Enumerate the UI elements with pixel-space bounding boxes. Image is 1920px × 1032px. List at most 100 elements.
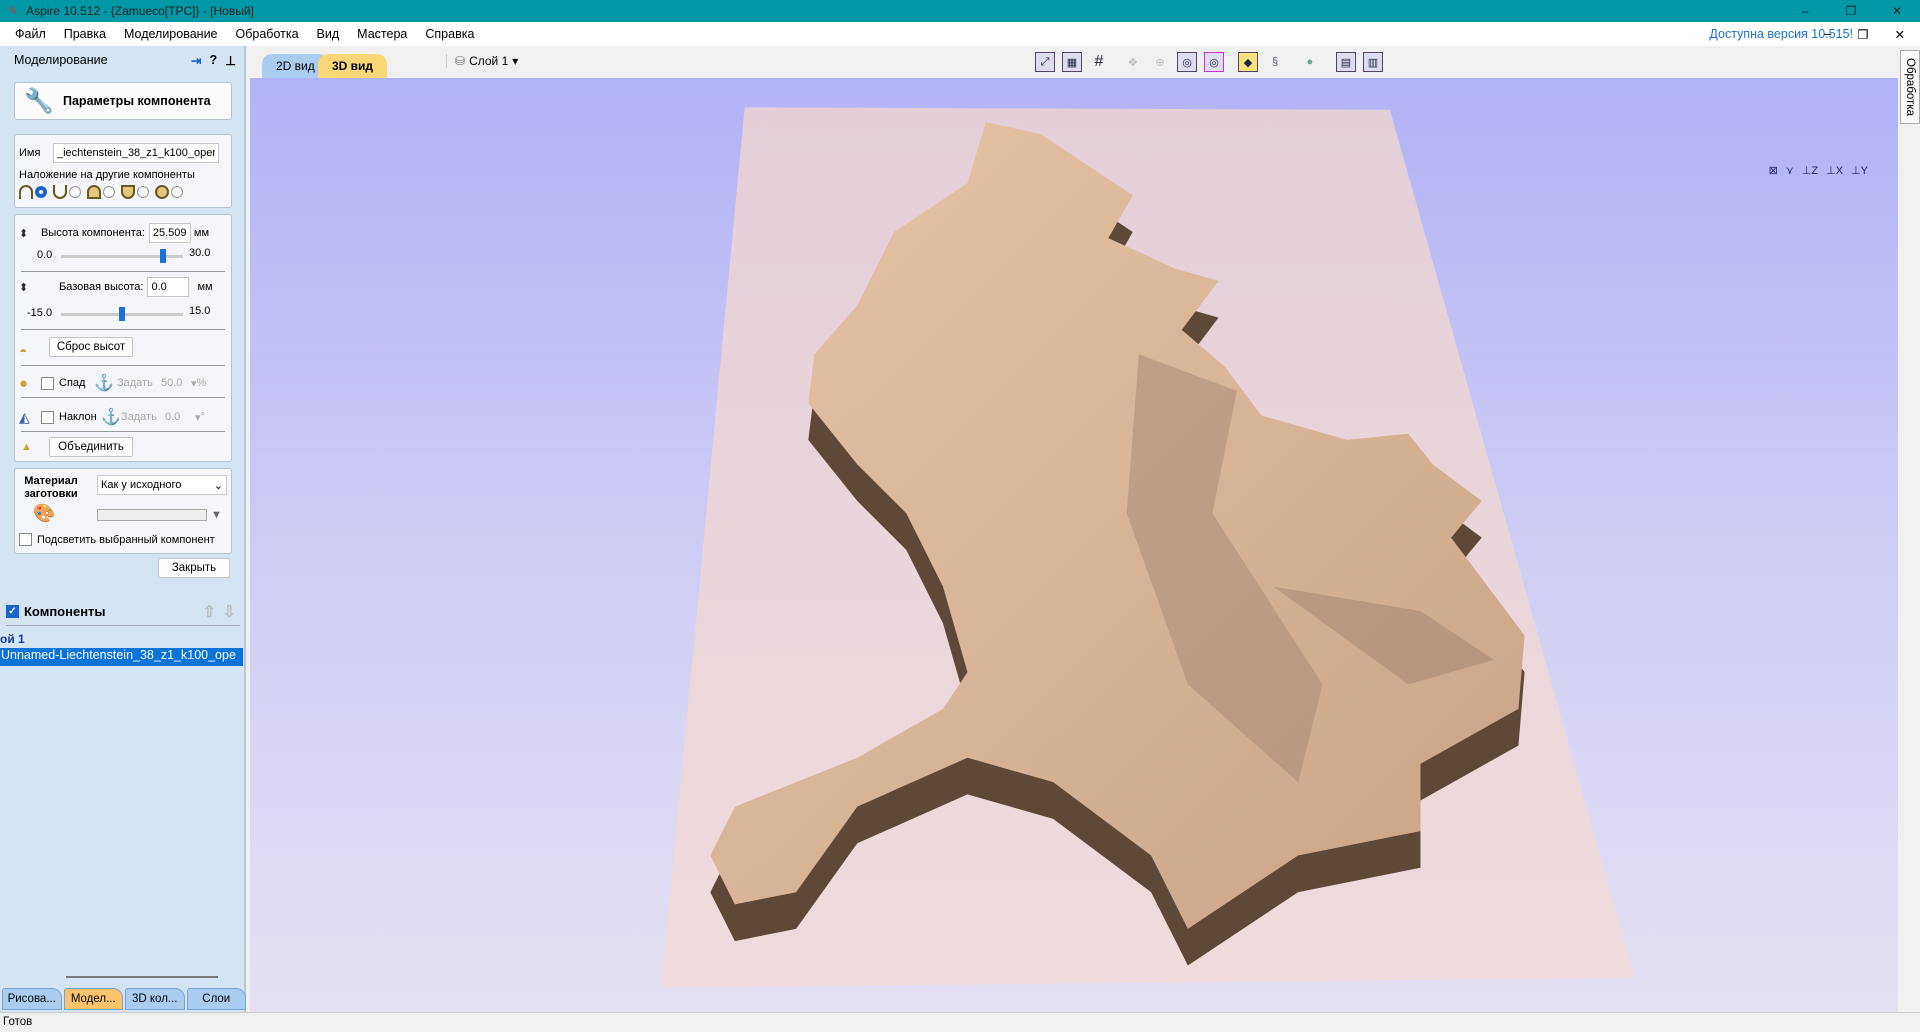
split-vertical-icon[interactable]: ▥ — [1363, 52, 1383, 72]
highlight-checkbox[interactable] — [19, 533, 32, 546]
fade-checkbox[interactable] — [41, 376, 54, 390]
base-min: -15.0 — [27, 307, 53, 319]
status-text: Готов — [3, 1016, 33, 1028]
tilt-checkbox[interactable] — [41, 410, 54, 424]
overlap-add-radio[interactable] — [35, 186, 47, 198]
color-picker[interactable]: ▼ — [97, 507, 227, 523]
title-bar: ✎ Aspire 10.512 - {Zamueco[TPC]} - [Новы… — [0, 0, 1920, 22]
height-slider-thumb[interactable] — [159, 249, 166, 263]
fade-value[interactable]: 50.0 — [161, 377, 191, 389]
components-header: ✓ Компоненты ⇧ ⇩ — [6, 598, 240, 626]
name-label: Имя — [19, 147, 41, 159]
zoom-selection-icon[interactable]: ◎ — [1204, 52, 1224, 72]
name-section: Имя Наложение на другие компоненты — [14, 134, 232, 208]
tab-3d-clipart[interactable]: 3D кол... — [125, 988, 185, 1010]
modeling-panel: Моделирование ⇥? ⊥ 🔧 Параметры компонента… — [0, 46, 246, 1012]
height-max: 30.0 — [189, 247, 211, 259]
front-view-x-icon[interactable]: ⊥X — [1826, 164, 1843, 177]
height-input[interactable] — [148, 223, 191, 243]
3d-viewport[interactable]: ⊠ ⋎ ⊥Z ⊥X ⊥Y — [250, 78, 1898, 1012]
base-height-slider-thumb[interactable] — [119, 307, 125, 321]
mdi-restore-icon[interactable]: ❐ — [1848, 27, 1877, 42]
tilt-anchor-icon[interactable]: ⚓ — [101, 407, 121, 427]
horizontal-scrollbar[interactable] — [66, 976, 218, 978]
layer-group-label[interactable]: ой 1 — [0, 632, 25, 646]
components-title: Компоненты — [24, 604, 106, 619]
shading-icon[interactable]: ● — [1300, 52, 1320, 72]
tab-layers[interactable]: Слои — [186, 988, 246, 1010]
pin-icon[interactable]: ⊥ — [225, 53, 236, 68]
height-unit: мм — [193, 227, 210, 239]
palette-icon: 🎨 — [33, 503, 56, 523]
material-select[interactable]: Как у исходного ⌄ — [97, 475, 227, 495]
menu-bar: Файл Правка Моделирование Обработка Вид … — [0, 22, 1920, 46]
height-slider[interactable] — [61, 249, 183, 263]
top-view-z-icon[interactable]: ⊥Z — [1802, 164, 1818, 177]
fade-anchor-icon[interactable]: ⚓ — [91, 373, 117, 393]
chevron-down-icon: ▾ — [512, 54, 519, 68]
view-fit-icon[interactable]: ⊠ — [1769, 164, 1778, 177]
overlap-low-radio[interactable] — [137, 186, 149, 198]
toolpaths-side-tab[interactable]: Обработка — [1900, 50, 1920, 124]
menu-file[interactable]: Файл — [6, 27, 55, 41]
overlap-subtract-radio[interactable] — [69, 186, 81, 198]
overlap-merge-radio[interactable] — [103, 186, 115, 198]
tilt-value[interactable]: 0.0 — [165, 411, 195, 423]
menu-modeling[interactable]: Моделирование — [115, 27, 227, 41]
side-view-y-icon[interactable]: ⊥Y — [1851, 164, 1868, 177]
material-setup-icon[interactable]: ▦ — [1062, 52, 1082, 72]
menu-help[interactable]: Справка — [416, 27, 483, 41]
app-logo-icon: ✎ — [8, 4, 19, 18]
close-button[interactable]: ✕ — [1874, 0, 1920, 22]
zoom-box-icon[interactable]: ◎ — [1177, 52, 1197, 72]
grid-icon[interactable]: # — [1089, 52, 1109, 72]
terrain-model — [661, 107, 1635, 988]
zoom-to-fit-icon[interactable]: ⤢ — [1035, 52, 1055, 72]
tab-drawing[interactable]: Рисова... — [2, 988, 62, 1010]
status-bar: Готов — [0, 1012, 1920, 1032]
maximize-button[interactable]: ❐ — [1828, 0, 1874, 22]
dock-icon[interactable]: ⇥ — [191, 53, 201, 68]
chevron-down-icon: ⌄ — [213, 479, 226, 492]
close-panel-button[interactable]: Закрыть — [158, 558, 230, 578]
help-icon[interactable]: ? — [209, 53, 217, 68]
base-height-label: Базовая высота: — [59, 281, 144, 293]
zoom-in-icon[interactable]: ⊕ — [1150, 52, 1170, 72]
overlap-multiply-radio[interactable] — [171, 186, 183, 198]
mdi-close-icon[interactable]: ✕ — [1886, 27, 1914, 42]
menu-edit[interactable]: Правка — [55, 27, 115, 41]
tab-modeling[interactable]: Модел... — [63, 988, 123, 1010]
merge-button[interactable]: Объединить — [49, 437, 133, 457]
iso-view-icon[interactable]: ⋎ — [1786, 164, 1794, 177]
move-up-icon[interactable]: ⇧ — [203, 602, 216, 622]
menu-view[interactable]: Вид — [308, 27, 349, 41]
header-label: Параметры компонента — [63, 94, 211, 108]
menu-toolpaths[interactable]: Обработка — [227, 27, 308, 41]
fade-set-button[interactable]: Задать — [117, 377, 161, 389]
overlap-subtract-icon — [53, 185, 67, 199]
tilt-set-button[interactable]: Задать — [121, 411, 165, 423]
pan-icon[interactable]: ✥ — [1123, 52, 1143, 72]
component-list-item[interactable]: Unnamed-Liechtenstein_38_z1_k100_ope — [0, 648, 243, 666]
render-icon[interactable]: ◆ — [1238, 52, 1258, 72]
name-input[interactable] — [53, 143, 219, 163]
tab-3d-view[interactable]: 3D вид — [318, 54, 388, 78]
base-height-icon: ⬍ — [19, 281, 29, 294]
overlap-low-icon — [121, 185, 135, 199]
view-orientation-toolbar: ⊠ ⋎ ⊥Z ⊥X ⊥Y — [1769, 164, 1868, 177]
wireframe-icon[interactable]: § — [1265, 52, 1285, 72]
split-horizontal-icon[interactable]: ▤ — [1336, 52, 1356, 72]
overlap-multiply-icon — [155, 185, 169, 199]
move-down-icon[interactable]: ⇩ — [223, 602, 236, 622]
mdi-minimize-icon[interactable]: – — [1815, 27, 1840, 42]
menu-wizards[interactable]: Мастера — [348, 27, 416, 41]
layer-select[interactable]: ⛁ Слой 1 ▾ — [446, 54, 518, 68]
base-height-slider[interactable] — [61, 307, 183, 321]
reset-heights-button[interactable]: Сброс высот — [49, 337, 133, 357]
minimize-button[interactable]: – — [1782, 0, 1828, 22]
base-height-input[interactable] — [147, 277, 190, 297]
height-min: 0.0 — [37, 249, 53, 261]
tilt-label: Наклон — [59, 411, 97, 423]
height-label: Высота компонента: — [41, 227, 145, 239]
components-checkbox[interactable]: ✓ — [6, 605, 19, 618]
